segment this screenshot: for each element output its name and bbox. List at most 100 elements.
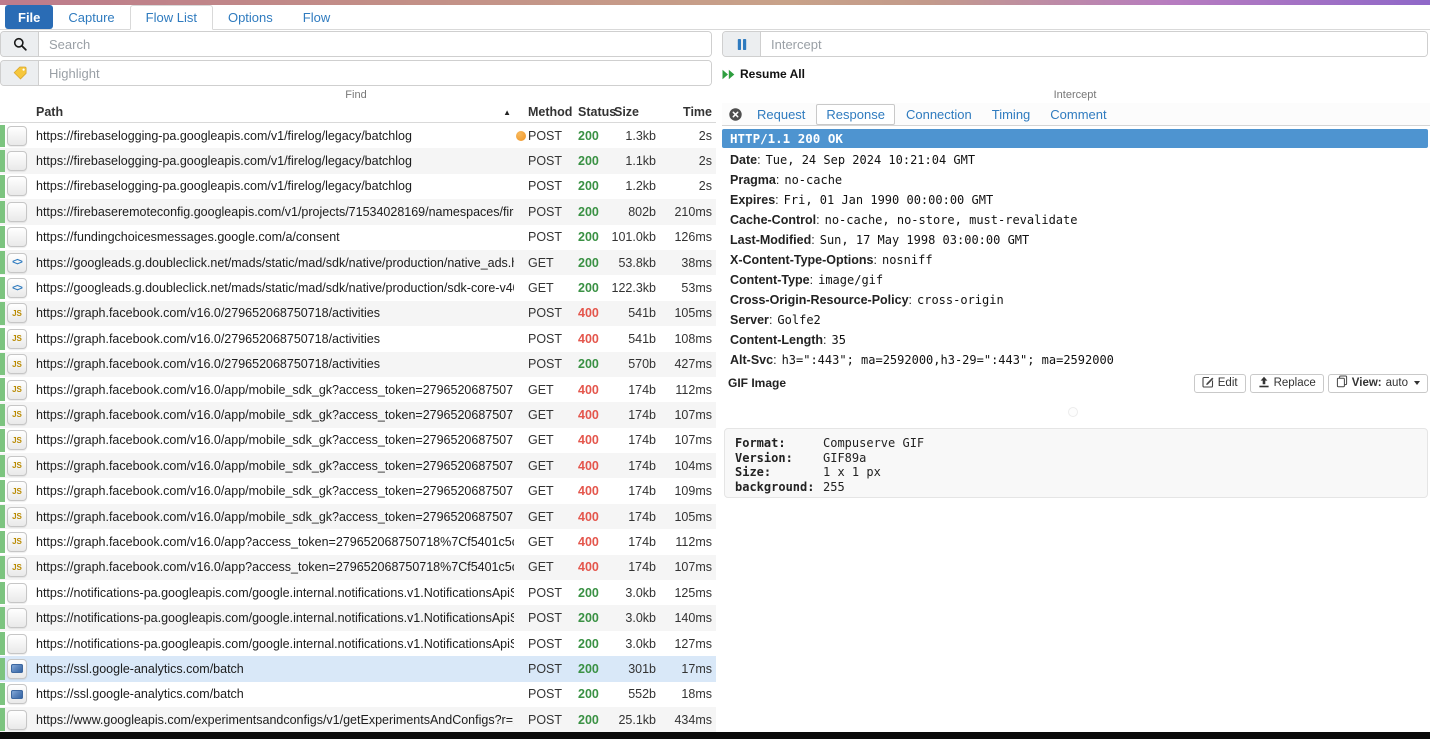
flow-row[interactable]: <>https://googleads.g.doubleclick.net/ma… <box>0 250 716 275</box>
flow-row[interactable]: JShttps://graph.facebook.com/v16.0/app?a… <box>0 529 716 554</box>
flow-icon-cell: JS <box>0 380 34 400</box>
flow-path: https://firebaselogging-pa.googleapis.co… <box>34 154 514 168</box>
fast-forward-icon <box>722 68 735 81</box>
flow-row[interactable]: JShttps://graph.facebook.com/v16.0/27965… <box>0 301 716 326</box>
flow-row[interactable]: https://www.googleapis.com/experimentsan… <box>0 707 716 732</box>
flow-row[interactable]: https://notifications-pa.googleapis.com/… <box>0 580 716 605</box>
flow-row[interactable]: https://firebaselogging-pa.googleapis.co… <box>0 148 716 173</box>
flow-method-label: GET <box>528 484 554 498</box>
menu-bar: FileCaptureFlow ListOptionsFlow <box>0 5 1430 30</box>
intercept-input[interactable] <box>761 32 1427 56</box>
column-size[interactable]: Size <box>610 105 656 119</box>
flow-row[interactable]: JShttps://graph.facebook.com/v16.0/app/m… <box>0 504 716 529</box>
flow-status: 400 <box>572 408 610 422</box>
flow-status: 200 <box>572 230 610 244</box>
flow-row[interactable]: https://notifications-pa.googleapis.com/… <box>0 605 716 630</box>
flow-row[interactable]: https://firebaselogging-pa.googleapis.co… <box>0 174 716 199</box>
sort-asc-icon: ▲ <box>503 108 511 117</box>
flow-icon-cell <box>0 202 34 222</box>
resume-all-label: Resume All <box>740 67 805 81</box>
search-input[interactable] <box>39 32 711 56</box>
column-method[interactable]: Method <box>514 105 572 119</box>
header-name: Alt-Svc <box>730 353 773 367</box>
view-auto-button[interactable]: View:auto <box>1328 374 1428 393</box>
js-glyph: JS <box>12 360 22 369</box>
document-icon <box>7 634 27 654</box>
flow-marker <box>0 125 5 147</box>
flow-status: 200 <box>572 637 610 651</box>
header-value: 35 <box>832 333 846 347</box>
flow-method: GET <box>514 281 572 295</box>
flow-method: GET <box>514 433 572 447</box>
flow-row[interactable]: JShttps://graph.facebook.com/v16.0/app/m… <box>0 453 716 478</box>
tab-response[interactable]: Response <box>816 104 895 125</box>
close-icon[interactable] <box>729 108 742 121</box>
flow-row[interactable]: JShttps://graph.facebook.com/v16.0/app/m… <box>0 377 716 402</box>
flow-row[interactable]: https://firebaseremoteconfig.googleapis.… <box>0 199 716 224</box>
flow-marker <box>0 708 5 730</box>
flow-row[interactable]: https://notifications-pa.googleapis.com/… <box>0 631 716 656</box>
flow-list-header[interactable]: Path ▲ Method Status Size Time <box>0 101 716 123</box>
flow-row[interactable]: https://ssl.google-analytics.com/batchPO… <box>0 656 716 681</box>
html-glyph: <> <box>12 283 22 294</box>
flow-status: 400 <box>572 332 610 346</box>
header-line: Expires:Fri, 01 Jan 1990 00:00:00 GMT <box>722 190 1428 210</box>
header-colon: : <box>776 173 779 187</box>
flow-icon-cell: JS <box>0 507 34 527</box>
http-status-line[interactable]: HTTP/1.1 200 OK <box>722 129 1428 148</box>
tab-comment[interactable]: Comment <box>1041 105 1115 124</box>
flow-icon-cell: JS <box>0 329 34 349</box>
menu-item-options[interactable]: Options <box>213 5 288 29</box>
flow-row[interactable]: https://firebaselogging-pa.googleapis.co… <box>0 123 716 148</box>
flow-status: 200 <box>572 179 610 193</box>
flow-row[interactable]: https://ssl.google-analytics.com/batchPO… <box>0 682 716 707</box>
flow-row[interactable]: JShttps://graph.facebook.com/v16.0/app/m… <box>0 478 716 503</box>
flow-marker <box>0 201 5 223</box>
flow-icon-cell <box>0 126 34 146</box>
tab-connection[interactable]: Connection <box>897 105 981 124</box>
flow-row[interactable]: JShttps://graph.facebook.com/v16.0/app?a… <box>0 555 716 580</box>
highlight-group <box>0 60 712 86</box>
flow-path: https://graph.facebook.com/v16.0/app/mob… <box>34 510 514 524</box>
js-icon: JS <box>7 329 27 349</box>
flow-icon-cell: JS <box>0 557 34 577</box>
flow-status: 400 <box>572 433 610 447</box>
flow-method-label: POST <box>528 154 562 168</box>
image-info-key: Version: <box>735 451 823 466</box>
menu-item-file[interactable]: File <box>5 5 53 29</box>
column-time[interactable]: Time <box>656 105 712 119</box>
flow-method: POST <box>514 306 572 320</box>
flow-size: 101.0kb <box>610 230 656 244</box>
image-info-value: 1 x 1 px <box>823 465 881 480</box>
flow-row[interactable]: JShttps://graph.facebook.com/v16.0/27965… <box>0 326 716 351</box>
highlight-input[interactable] <box>39 61 711 85</box>
flow-time: 140ms <box>656 611 712 625</box>
flow-status: 400 <box>572 484 610 498</box>
flow-row[interactable]: JShttps://graph.facebook.com/v16.0/app/m… <box>0 402 716 427</box>
edit-button[interactable]: Edit <box>1194 374 1246 393</box>
flow-time: 127ms <box>656 637 712 651</box>
flow-row[interactable]: https://fundingchoicesmessages.google.co… <box>0 225 716 250</box>
replace-button[interactable]: Replace <box>1250 374 1324 393</box>
flow-path: https://firebaselogging-pa.googleapis.co… <box>34 129 514 143</box>
flow-path: https://graph.facebook.com/v16.0/app/mob… <box>34 484 514 498</box>
flow-path: https://googleads.g.doubleclick.net/mads… <box>34 256 514 270</box>
resume-all-button[interactable]: Resume All <box>722 67 805 81</box>
flow-icon-cell <box>0 583 34 603</box>
flow-time: 105ms <box>656 510 712 524</box>
menu-item-flow[interactable]: Flow <box>288 5 345 29</box>
intercept-caption: Intercept <box>722 89 1428 101</box>
column-path[interactable]: Path <box>36 105 63 119</box>
flow-row[interactable]: JShttps://graph.facebook.com/v16.0/app/m… <box>0 428 716 453</box>
column-status[interactable]: Status <box>572 105 610 119</box>
tab-timing[interactable]: Timing <box>983 105 1040 124</box>
tab-request[interactable]: Request <box>748 105 814 124</box>
flow-method: POST <box>514 586 572 600</box>
flow-size: 174b <box>610 433 656 447</box>
flow-row[interactable]: JShttps://graph.facebook.com/v16.0/27965… <box>0 352 716 377</box>
flow-path: https://notifications-pa.googleapis.com/… <box>34 637 514 651</box>
menu-item-capture[interactable]: Capture <box>53 5 129 29</box>
flow-method: POST <box>514 129 572 143</box>
menu-item-flow-list[interactable]: Flow List <box>130 5 213 30</box>
flow-row[interactable]: <>https://googleads.g.doubleclick.net/ma… <box>0 275 716 300</box>
